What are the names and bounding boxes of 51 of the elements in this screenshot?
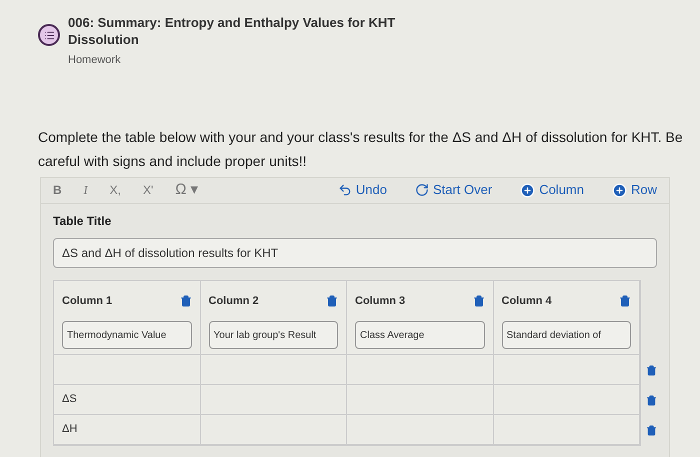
rotate-icon [414, 183, 429, 197]
column-heading: Column 4 [502, 294, 552, 308]
list-icon [38, 24, 60, 46]
table-cell[interactable]: ΔS [54, 384, 200, 414]
trash-icon[interactable] [646, 395, 657, 406]
button-label: Start Over [432, 181, 492, 200]
toolbar-button[interactable]: Column [520, 180, 584, 200]
question-text: Complete the table below with your and your class's results for the ΔS and ΔH of dissolution for KHT. Be [38, 128, 683, 147]
trash-icon[interactable] [180, 294, 192, 307]
table-cell[interactable] [200, 354, 347, 384]
column-name-field[interactable]: Standard deviation of [502, 321, 631, 349]
table-title-field[interactable]: ΔS and ΔH of dissolution results for KHT [53, 238, 657, 268]
trash-icon[interactable] [619, 294, 631, 307]
trash-icon[interactable] [646, 365, 657, 376]
assignment-title: 006: Summary: Entropy and Enthalpy Values for KHT Dissolution [68, 14, 396, 48]
button-label: Row [630, 181, 657, 200]
trash-icon[interactable] [646, 425, 657, 436]
trash-icon[interactable] [472, 294, 484, 307]
format-button[interactable]: I [84, 181, 88, 199]
table-cell[interactable] [347, 414, 494, 444]
column-heading: Column 2 [208, 294, 259, 308]
column-name-field[interactable]: Thermodynamic Value [62, 321, 192, 349]
column-name-field[interactable]: Your lab group's Result [208, 321, 338, 349]
column-heading: Column 1 [62, 294, 112, 308]
toolbar-button[interactable]: Start Over [414, 180, 492, 200]
table-cell[interactable] [347, 384, 494, 414]
format-button[interactable]: X' [142, 181, 154, 199]
table-cell[interactable]: ΔH [54, 414, 200, 444]
assignment-type: Homework [68, 53, 122, 68]
plus-icon [520, 182, 536, 198]
table-cell[interactable] [200, 384, 347, 414]
toolbar-button[interactable]: Undo [338, 180, 387, 200]
format-button[interactable]: X, [110, 181, 121, 199]
question-text: careful with signs and include proper units!! [38, 152, 306, 171]
table-title-label: Table Title [53, 212, 112, 230]
column-name-field[interactable]: Class Average [355, 321, 484, 349]
table-cell[interactable] [54, 354, 200, 384]
plus-icon [612, 182, 627, 198]
button-label: Column [539, 181, 584, 200]
column-heading: Column 3 [355, 294, 406, 308]
table-cell[interactable] [494, 354, 640, 384]
trash-icon[interactable] [326, 294, 338, 307]
table-cell[interactable] [494, 414, 640, 444]
format-button[interactable]: Ω ▾ [175, 178, 199, 202]
table-cell[interactable] [200, 414, 347, 444]
table-cell[interactable] [347, 354, 494, 384]
format-button[interactable]: B [53, 181, 62, 199]
undo-icon [338, 183, 352, 197]
toolbar-button[interactable]: Row [612, 180, 657, 200]
table-cell[interactable] [494, 384, 640, 414]
button-label: Undo [356, 181, 387, 200]
